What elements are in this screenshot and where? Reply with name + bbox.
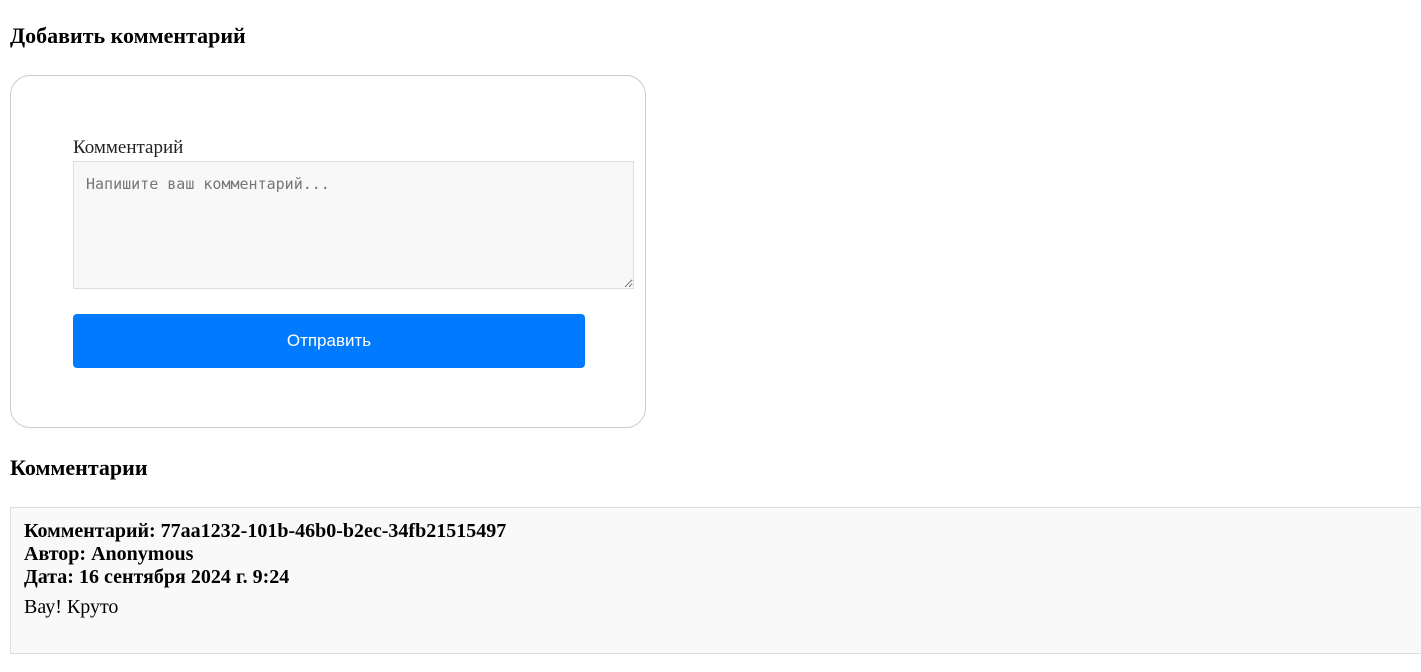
comment-author: Автор: Anonymous — [24, 543, 194, 565]
comment-date: Дата: 16 сентября 2024 г. 9:24 — [24, 566, 290, 588]
comment-field-label: Комментарий — [73, 137, 184, 158]
comments-heading: Комментарии — [10, 455, 148, 480]
comment-id: Комментарий: 77aa1232-101b-46b0-b2ec-34f… — [24, 520, 507, 542]
comment-item: Комментарий: 77aa1232-101b-46b0-b2ec-34f… — [10, 507, 1421, 654]
comment-textarea[interactable] — [73, 161, 634, 289]
comment-form: Комментарий Отправить — [10, 75, 646, 428]
add-comment-heading: Добавить комментарий — [10, 23, 246, 48]
comment-text: Вау! Круто — [24, 596, 119, 618]
submit-button[interactable]: Отправить — [73, 314, 585, 368]
